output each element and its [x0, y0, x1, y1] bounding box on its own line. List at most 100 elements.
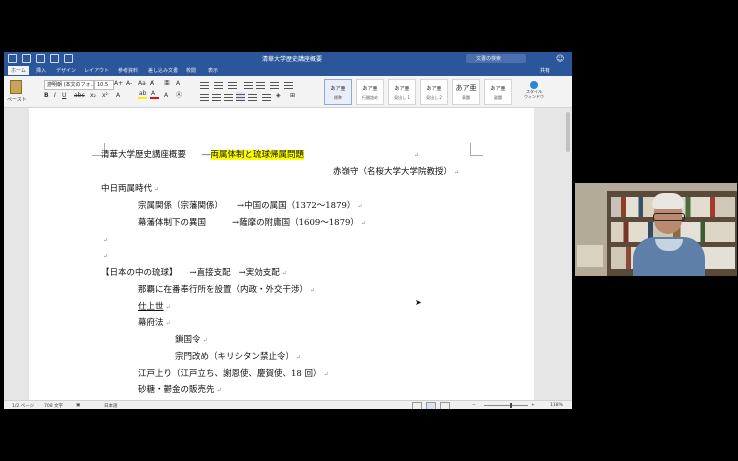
- multilevel-list-icon[interactable]: [228, 80, 237, 89]
- superscript-icon[interactable]: x²: [102, 92, 108, 100]
- clipboard-icon: [10, 80, 22, 94]
- style-heading-2[interactable]: あア亜 見出し 2: [420, 79, 448, 105]
- doc-line-bakuhan: 幕藩体制下の異国 →薩摩の附庸国（1609～1879） ↵: [138, 218, 366, 229]
- proofing-icon[interactable]: ▣: [76, 403, 80, 408]
- style-preview: あア亜: [362, 86, 378, 92]
- paragraph-mark: ↵: [103, 237, 109, 244]
- redo-icon[interactable]: [50, 54, 59, 63]
- doc-text: →直接支配: [189, 268, 231, 278]
- char-border-icon[interactable]: A: [176, 80, 180, 88]
- style-no-spacing[interactable]: あア亜 行間詰め: [356, 79, 384, 105]
- styles-pane-button[interactable]: スタイル ウィンドウ: [524, 79, 544, 103]
- tab-layout[interactable]: レイアウト: [84, 67, 109, 74]
- doc-text: 幕藩体制下の異国: [138, 218, 207, 228]
- tab-home[interactable]: ホーム: [8, 66, 29, 75]
- search-placeholder: 文書の検索: [476, 56, 502, 62]
- print-layout-icon[interactable]: [426, 402, 436, 409]
- change-case-icon[interactable]: Aa: [138, 80, 146, 88]
- word-count[interactable]: 708 文字: [44, 403, 63, 409]
- font-name-select[interactable]: 游明朝 (本文のフォ...: [44, 80, 94, 90]
- distributed-icon[interactable]: [248, 92, 257, 101]
- style-subtitle[interactable]: あア亜 副題: [484, 79, 512, 105]
- highlight-color-icon[interactable]: ab: [138, 90, 147, 99]
- doc-text: 那覇に在番奉行所を設置（内政・外交干渉）: [138, 285, 309, 295]
- line-spacing-icon[interactable]: [262, 92, 271, 101]
- tab-insert[interactable]: 挿入: [36, 67, 46, 74]
- ruby-icon[interactable]: 亜: [164, 80, 170, 88]
- quick-access-toolbar: [8, 54, 73, 63]
- paragraph-mark: ↵: [296, 354, 302, 361]
- bullets-icon[interactable]: [200, 80, 209, 89]
- style-title[interactable]: あア亜 表題: [452, 79, 480, 105]
- document-page[interactable]: 清華大学歴史講座概要 ―両属体制と琉球帰属問題 ↵ 赤嶺守（名桜大学大学院教授） ↵ …: [29, 108, 534, 400]
- tab-mailings[interactable]: 差し込み文書: [148, 67, 178, 74]
- font-color-icon[interactable]: A: [150, 90, 159, 99]
- print-icon[interactable]: [64, 54, 73, 63]
- font-size-select[interactable]: 10.5: [94, 80, 114, 90]
- speaker-person: [633, 193, 705, 276]
- doc-text: →中国の属国（1372～1879）: [237, 201, 356, 211]
- web-layout-icon[interactable]: [440, 402, 450, 409]
- focus-view-icon[interactable]: [412, 402, 422, 409]
- undo-icon[interactable]: [36, 54, 45, 63]
- crop-mark-right: [470, 143, 483, 156]
- grow-font-icon[interactable]: A+: [114, 80, 123, 88]
- shrink-font-icon[interactable]: A-: [126, 80, 132, 88]
- zoom-level[interactable]: 118%: [550, 403, 563, 408]
- vertical-scrollbar[interactable]: [564, 108, 572, 400]
- mouse-cursor-icon: ➤: [415, 298, 422, 307]
- align-left-icon[interactable]: [200, 92, 209, 101]
- share-button[interactable]: 共有: [540, 67, 550, 74]
- tab-references[interactable]: 参考資料: [118, 67, 138, 74]
- feedback-smiley-icon[interactable]: ☺: [556, 54, 564, 63]
- show-marks-icon[interactable]: [284, 80, 293, 89]
- underline-icon[interactable]: U: [62, 92, 66, 100]
- doc-text: 幕府法: [138, 318, 164, 328]
- styles-pane-label-2: ウィンドウ: [524, 94, 544, 99]
- zoom-slider[interactable]: [484, 405, 528, 406]
- align-center-icon[interactable]: [212, 92, 221, 101]
- paste-button[interactable]: ペースト: [7, 78, 27, 103]
- clear-format-icon[interactable]: A̸: [150, 80, 154, 88]
- person-glasses: [653, 213, 685, 221]
- tab-design[interactable]: デザイン: [56, 67, 76, 74]
- tab-review[interactable]: 校閲: [186, 67, 196, 74]
- word-window: 清華大学歴史講座概要 文書の検索 ☺ ホーム 挿入 デザイン レイアウト 参考資…: [4, 52, 572, 409]
- increase-indent-icon[interactable]: [256, 80, 265, 89]
- enclose-char-icon[interactable]: Ⓐ: [176, 92, 182, 100]
- text-effects-icon[interactable]: A: [116, 92, 120, 100]
- italic-icon[interactable]: I: [54, 92, 56, 100]
- language-indicator[interactable]: 日本語: [104, 403, 118, 409]
- tab-view[interactable]: 表示: [208, 67, 218, 74]
- zoom-in-icon[interactable]: +: [531, 403, 535, 408]
- doc-line-author: 赤嶺守（名桜大学大学院教授） ↵: [333, 167, 459, 178]
- style-normal[interactable]: あア亜 標準: [324, 79, 352, 105]
- doc-title-text: 清華大学歴史講座概要: [101, 150, 187, 160]
- doc-heading-text: 中日両属時代: [101, 184, 153, 194]
- paragraph-mark: ↵: [310, 287, 316, 294]
- style-heading-1[interactable]: あア亜 見出し 1: [388, 79, 416, 105]
- zoom-out-icon[interactable]: −: [472, 403, 476, 408]
- close-window-icon[interactable]: [8, 54, 17, 63]
- scrollbar-thumb[interactable]: [566, 112, 570, 152]
- document-area: 清華大学歴史講座概要 ―両属体制と琉球帰属問題 ↵ 赤嶺守（名桜大学大学院教授） ↵ …: [4, 108, 572, 400]
- bold-icon[interactable]: B: [44, 92, 49, 100]
- doc-text: 砂糖・鬱金の販売先: [138, 385, 215, 395]
- webcam-video-tile: [575, 183, 737, 276]
- shading-icon[interactable]: ◈: [276, 92, 281, 100]
- justify-icon[interactable]: [236, 92, 245, 101]
- align-right-icon[interactable]: [224, 92, 233, 101]
- borders-icon[interactable]: ⊞: [290, 92, 295, 100]
- numbering-icon[interactable]: [214, 80, 223, 89]
- zoom-slider-handle[interactable]: [510, 403, 512, 408]
- doc-line-edo: 江戸上り（江戸立ち、謝恩使、慶賀使、18 回） ↵: [138, 369, 329, 380]
- decrease-indent-icon[interactable]: [244, 80, 253, 89]
- page-count[interactable]: 1/2 ページ: [12, 403, 34, 409]
- char-shading-icon[interactable]: A: [164, 92, 168, 100]
- subscript-icon[interactable]: x₂: [90, 92, 96, 100]
- sort-icon[interactable]: [270, 80, 279, 89]
- strikethrough-icon[interactable]: abc: [74, 92, 85, 100]
- box: [577, 245, 603, 267]
- save-icon[interactable]: [22, 54, 31, 63]
- search-input[interactable]: 文書の検索: [466, 54, 526, 63]
